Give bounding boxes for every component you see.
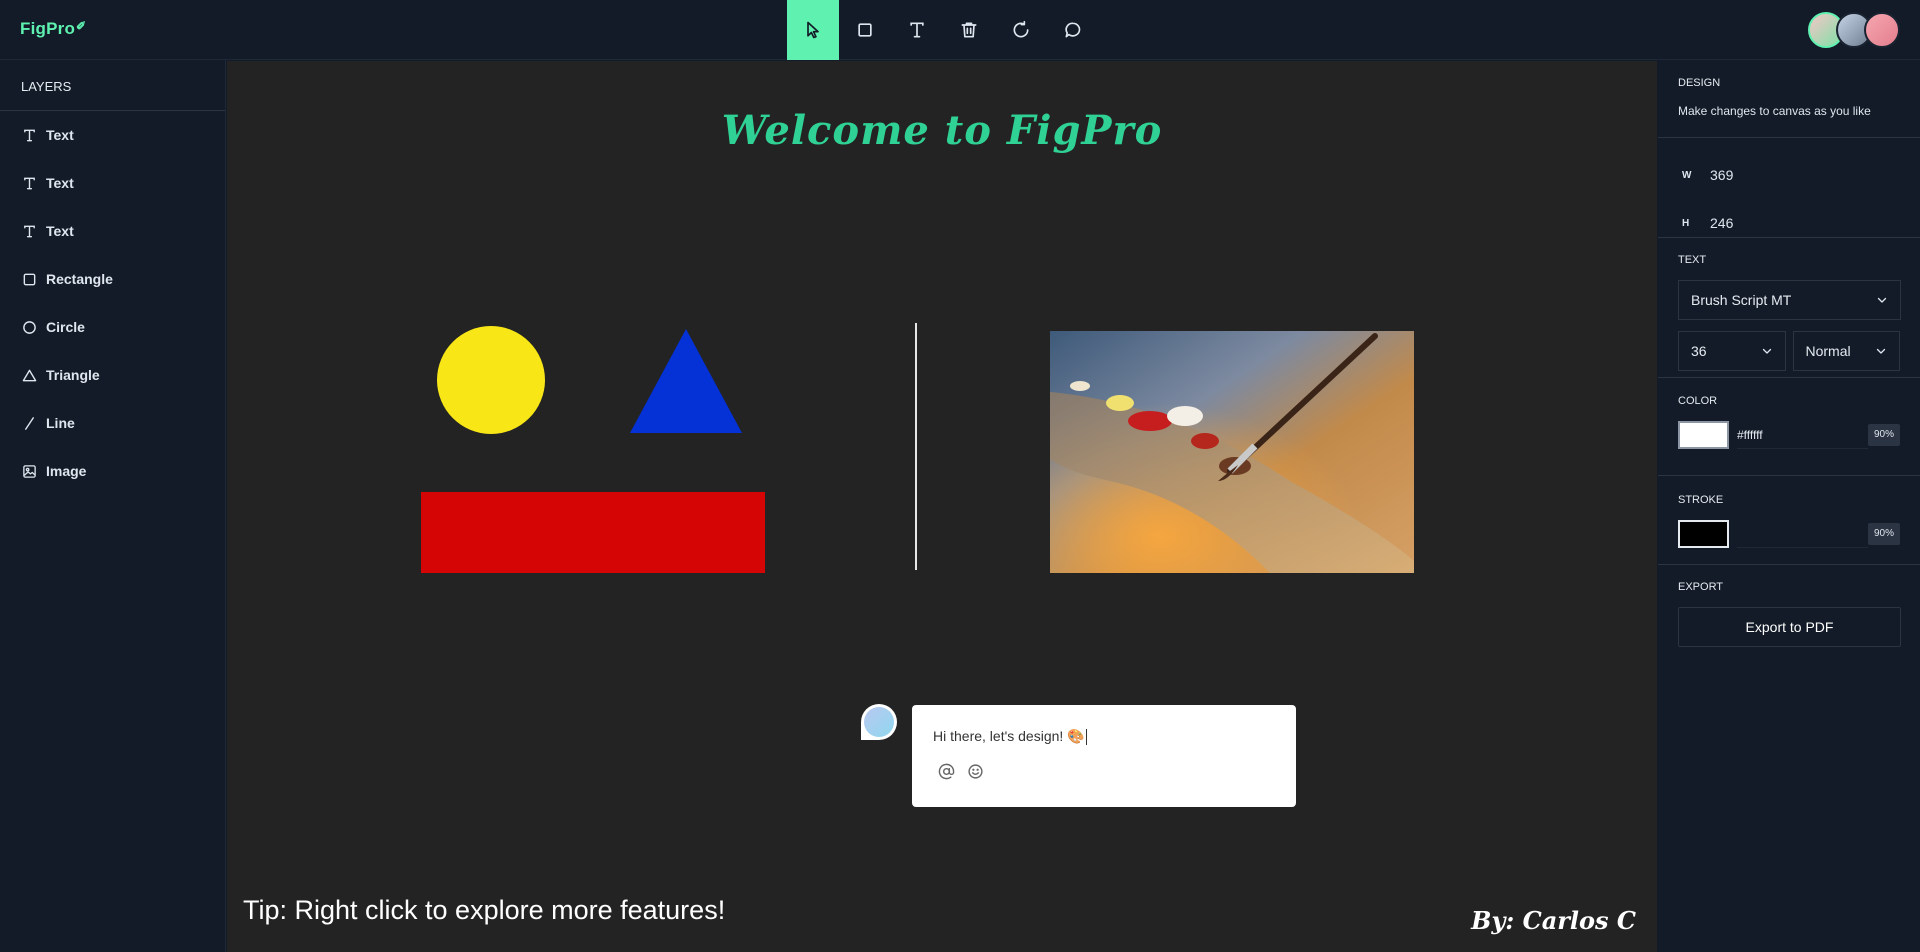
comment-actions	[938, 763, 984, 780]
layer-label: Line	[46, 415, 75, 431]
layers-sidebar: LAYERS Text Text Text Rectangle Circle T…	[0, 60, 226, 952]
tip-text[interactable]: Tip: Right click to explore more feature…	[243, 895, 725, 926]
layer-label: Text	[46, 127, 74, 143]
layer-item-line[interactable]: Line	[0, 399, 225, 447]
square-icon	[858, 23, 872, 37]
pen-icon: ✐	[76, 19, 87, 33]
color-hex-input[interactable]: #ffffff	[1737, 421, 1868, 449]
stroke-hex-input[interactable]	[1737, 520, 1868, 548]
emoji-icon[interactable]	[967, 763, 984, 780]
font-family-select[interactable]: Brush Script MT	[1678, 280, 1901, 320]
text-icon	[23, 177, 35, 189]
blue-triangle-shape[interactable]	[630, 329, 742, 433]
line-icon	[24, 416, 34, 430]
text-section: TEXT Brush Script MT 36 Normal	[1658, 238, 1920, 378]
layer-item-text[interactable]: Text	[0, 111, 225, 159]
layer-label: Triangle	[46, 367, 100, 383]
color-title: COLOR	[1678, 395, 1718, 407]
stroke-title: STROKE	[1678, 494, 1724, 506]
chevron-down-icon	[1877, 297, 1887, 303]
image-icon	[22, 464, 36, 478]
circle-icon	[22, 320, 36, 334]
trash-icon	[961, 22, 977, 38]
design-sidebar: DESIGN Make changes to canvas as you lik…	[1658, 60, 1920, 952]
text-icon	[23, 225, 35, 237]
rectangle-icon	[23, 273, 35, 285]
font-family-value: Brush Script MT	[1691, 292, 1792, 308]
byline-text[interactable]: By: Carlos C	[1471, 906, 1636, 935]
canvas-heading-text[interactable]: Welcome to FigPro	[227, 107, 1657, 154]
refresh-icon	[1013, 20, 1029, 38]
layer-item-image[interactable]: Image	[0, 447, 225, 495]
design-section: DESIGN Make changes to canvas as you lik…	[1658, 60, 1920, 138]
chevron-down-icon	[1876, 348, 1886, 354]
yellow-circle-shape[interactable]	[437, 326, 545, 434]
height-input[interactable]: 246	[1710, 215, 1733, 231]
layer-item-circle[interactable]: Circle	[0, 303, 225, 351]
active-users	[1808, 12, 1900, 48]
export-section: EXPORT Export to PDF	[1658, 565, 1920, 647]
width-label: W	[1682, 169, 1692, 181]
export-title: EXPORT	[1678, 581, 1724, 593]
text-caret	[1085, 729, 1087, 746]
font-weight-value: Normal	[1805, 343, 1851, 359]
app-logo[interactable]: FigPro✐	[20, 19, 86, 39]
width-input[interactable]: 369	[1710, 167, 1733, 183]
comment-pin-avatar[interactable]	[861, 704, 897, 740]
text-section-title: TEXT	[1678, 254, 1707, 266]
font-weight-select[interactable]: Normal	[1792, 331, 1900, 371]
text-icon	[23, 129, 35, 141]
reset-tool-button[interactable]	[995, 0, 1047, 60]
line-shape[interactable]	[915, 323, 917, 570]
dimensions-section: W 369 H 246	[1658, 138, 1920, 238]
cursor-icon	[807, 21, 819, 39]
design-canvas[interactable]: Welcome to FigPro Tip: Right click to ex…	[227, 61, 1657, 952]
rectangle-tool-button[interactable]	[839, 0, 891, 60]
comments-tool-button[interactable]	[1047, 0, 1099, 60]
export-pdf-button[interactable]: Export to PDF	[1678, 607, 1901, 647]
color-swatch[interactable]	[1678, 421, 1729, 449]
color-section: COLOR #ffffff 90%	[1658, 378, 1920, 476]
layer-item-triangle[interactable]: Triangle	[0, 351, 225, 399]
top-navbar: FigPro✐	[0, 0, 1920, 60]
chevron-down-icon	[1762, 348, 1771, 354]
layer-label: Text	[46, 223, 74, 239]
comment-input[interactable]: Hi there, let's design! 🎨	[933, 728, 1087, 746]
color-opacity[interactable]: 90%	[1867, 424, 1900, 446]
layer-label: Circle	[46, 319, 85, 335]
font-size-value: 36	[1691, 343, 1707, 359]
layer-label: Image	[46, 463, 87, 479]
at-mention-icon[interactable]	[938, 763, 955, 780]
layer-label: Rectangle	[46, 271, 113, 287]
toolbar	[787, 0, 1099, 60]
layer-item-text[interactable]: Text	[0, 159, 225, 207]
comment-icon	[1065, 22, 1081, 38]
triangle-icon	[22, 369, 36, 381]
paint-palette-image[interactable]	[1050, 331, 1414, 573]
comment-composer[interactable]: Hi there, let's design! 🎨	[912, 705, 1296, 807]
text-icon	[910, 22, 924, 38]
stroke-opacity[interactable]: 90%	[1867, 523, 1900, 545]
layer-item-rectangle[interactable]: Rectangle	[0, 255, 225, 303]
red-rectangle-shape[interactable]	[421, 492, 765, 573]
design-subtitle: Make changes to canvas as you like	[1678, 104, 1871, 118]
stroke-swatch[interactable]	[1678, 520, 1729, 548]
text-tool-button[interactable]	[891, 0, 943, 60]
width-field[interactable]: W 369	[1678, 151, 1900, 199]
height-label: H	[1682, 217, 1690, 229]
select-tool-button[interactable]	[787, 0, 839, 60]
layers-title: LAYERS	[0, 60, 225, 111]
avatar[interactable]	[1864, 12, 1900, 48]
font-size-select[interactable]: 36	[1678, 331, 1786, 371]
design-title: DESIGN	[1678, 77, 1721, 89]
layer-label: Text	[46, 175, 74, 191]
stroke-section: STROKE 90%	[1658, 476, 1920, 565]
layers-list: Text Text Text Rectangle Circle Triangle…	[0, 111, 225, 495]
delete-tool-button[interactable]	[943, 0, 995, 60]
layer-item-text[interactable]: Text	[0, 207, 225, 255]
